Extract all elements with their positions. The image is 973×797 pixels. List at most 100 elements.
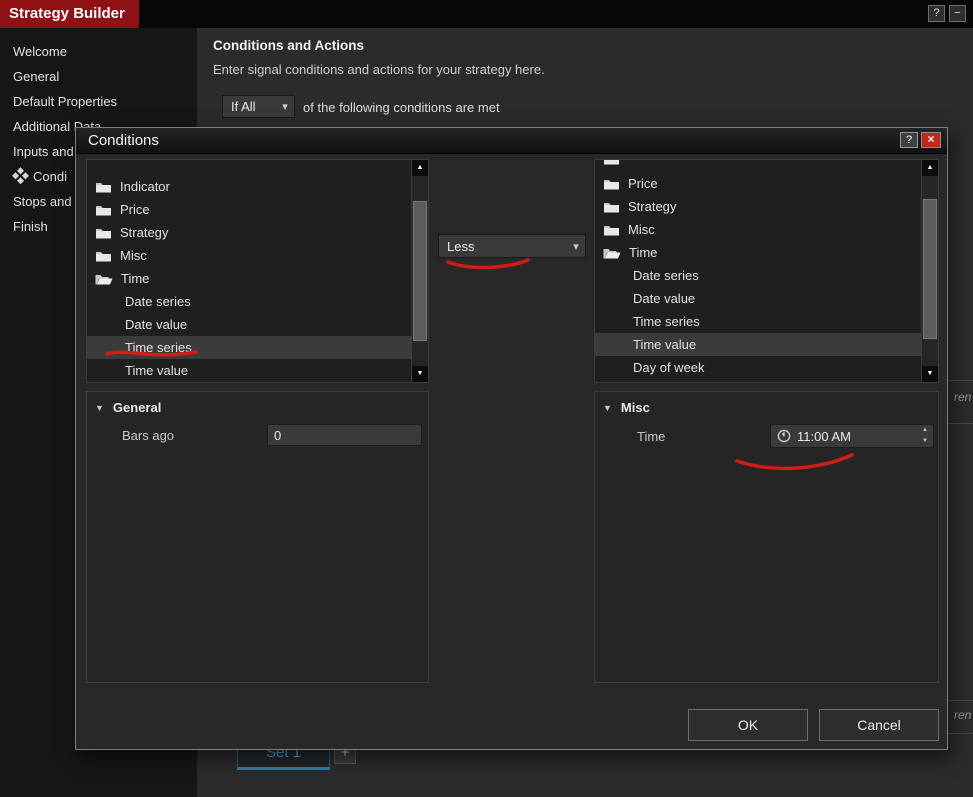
tree-item-label: Misc: [628, 222, 655, 237]
tree-item-label: Date value: [125, 317, 188, 332]
tree-item-label: Time series: [125, 340, 192, 355]
tree-item[interactable]: Time: [595, 241, 921, 264]
tree-item-label: Time series: [633, 314, 700, 329]
tree-item-label: Date series: [125, 294, 191, 309]
tree-item-label: Indicator: [120, 179, 170, 194]
group-header-misc[interactable]: ▼ Misc: [603, 400, 650, 415]
strategy-builder-window: Strategy Builder ? − Welcome General Def…: [0, 0, 973, 797]
tree-item-label: Time value: [125, 363, 189, 378]
tree-item[interactable]: Date value: [595, 287, 921, 310]
folder-icon: [603, 177, 620, 190]
tree-item[interactable]: Misc: [87, 244, 411, 267]
tree-item[interactable]: Time value: [87, 359, 411, 382]
current-step-icon: [11, 167, 29, 185]
folder-open-icon: [95, 272, 113, 285]
dialog-help-button[interactable]: ?: [900, 132, 918, 148]
time-picker[interactable]: 11:00 AM ▲ ▼: [770, 424, 934, 448]
dialog-close-button[interactable]: ×: [921, 132, 941, 148]
time-spinner: ▲ ▼: [917, 425, 933, 447]
tree-item[interactable]: Time: [87, 267, 411, 290]
background-panel-fragment: ren: [948, 380, 973, 424]
left-condition-tree: Indicator Price Strategy Misc Time Date …: [86, 159, 429, 383]
sidebar-item-general[interactable]: General: [0, 64, 197, 89]
tree-item-label: Time value: [633, 337, 697, 352]
chevron-down-icon: ▾: [282, 101, 288, 113]
group-header-general[interactable]: ▼ General: [95, 400, 161, 415]
tree-item-selected[interactable]: Time series: [87, 336, 411, 359]
page-title: Conditions and Actions: [213, 38, 364, 53]
right-tree-rows: Price Strategy Misc Time Date series Dat…: [595, 160, 921, 382]
tree-item-label: Time: [121, 271, 150, 286]
bars-ago-label: Bars ago: [122, 428, 175, 443]
window-title: Strategy Builder: [0, 0, 139, 28]
match-condition-text: of the following conditions are met: [303, 100, 500, 115]
tree-item-label: Time: [629, 245, 658, 260]
scroll-up-button[interactable]: ▲: [922, 160, 938, 176]
operator-select[interactable]: Less ▾: [438, 234, 586, 258]
sidebar-item-welcome[interactable]: Welcome: [0, 39, 197, 64]
time-label: Time: [637, 429, 666, 444]
sidebar-item-conditions-label: Condi: [33, 169, 67, 184]
collapse-triangle-icon: ▼: [603, 402, 612, 413]
tree-item-label: Price: [120, 202, 150, 217]
scroll-down-button[interactable]: ▼: [412, 366, 428, 382]
titlebar: Strategy Builder ? −: [0, 0, 973, 28]
sidebar-item-default-properties[interactable]: Default Properties: [0, 89, 197, 114]
tree-item-label: Date value: [633, 291, 696, 306]
right-condition-tree: Price Strategy Misc Time Date series Dat…: [594, 159, 939, 383]
group-title: Misc: [620, 400, 650, 415]
tree-item-partial[interactable]: [595, 160, 921, 172]
bars-ago-input[interactable]: [267, 424, 422, 446]
spinner-up-icon[interactable]: ▲: [917, 425, 933, 436]
left-tree-rows: Indicator Price Strategy Misc Time Date …: [87, 160, 411, 382]
tree-item[interactable]: Time series: [595, 310, 921, 333]
tree-item-label: Strategy: [120, 225, 169, 240]
tree-item[interactable]: Date value: [87, 313, 411, 336]
dialog-title: Conditions: [88, 132, 159, 149]
left-tree-scrollbar[interactable]: ▲ ▼: [411, 160, 428, 382]
operator-value: Less: [447, 238, 475, 254]
folder-icon: [603, 223, 620, 236]
folder-icon: [95, 249, 112, 262]
folder-icon: [603, 160, 620, 165]
tree-item[interactable]: Strategy: [595, 195, 921, 218]
folder-icon: [95, 203, 112, 216]
tree-item[interactable]: Price: [87, 198, 411, 221]
group-title: General: [112, 400, 162, 415]
folder-icon: [95, 180, 112, 193]
tree-item[interactable]: Day of week: [595, 356, 921, 379]
tree-item-label: Price: [628, 176, 658, 191]
folder-icon: [95, 226, 112, 239]
tree-item-selected[interactable]: Time value: [595, 333, 921, 356]
chevron-down-icon: ▾: [573, 240, 579, 253]
scroll-thumb[interactable]: [923, 199, 937, 339]
ok-button[interactable]: OK: [688, 709, 808, 741]
conditions-dialog: Conditions ? × Indicator Price Strategy …: [75, 127, 948, 750]
tree-item-label: Strategy: [628, 199, 677, 214]
page-subtitle: Enter signal conditions and actions for …: [213, 62, 545, 77]
match-condition-value: If All: [231, 99, 256, 114]
scroll-up-button[interactable]: ▲: [412, 160, 428, 176]
spinner-down-icon[interactable]: ▼: [917, 436, 933, 447]
window-minimize-button[interactable]: −: [949, 5, 966, 22]
tree-item[interactable]: Price: [595, 172, 921, 195]
tree-item[interactable]: Indicator: [87, 175, 411, 198]
tree-item[interactable]: Date series: [87, 290, 411, 313]
folder-icon: [603, 200, 620, 213]
window-help-button[interactable]: ?: [928, 5, 945, 22]
scroll-down-button[interactable]: ▼: [922, 366, 938, 382]
clock-icon: [777, 429, 791, 443]
right-tree-scrollbar[interactable]: ▲ ▼: [921, 160, 938, 382]
tree-item[interactable]: Misc: [595, 218, 921, 241]
tree-item[interactable]: Strategy: [87, 221, 411, 244]
tree-item[interactable]: Date series: [595, 264, 921, 287]
scroll-thumb[interactable]: [413, 201, 427, 341]
cancel-button[interactable]: Cancel: [819, 709, 939, 741]
folder-open-icon: [603, 246, 621, 259]
tree-item-label: Day of week: [633, 360, 705, 375]
dialog-titlebar: Conditions: [76, 128, 947, 154]
misc-properties-group: ▼ Misc Time 11:00 AM ▲ ▼: [594, 391, 939, 683]
background-panel-fragment: ren: [948, 700, 973, 734]
tree-item-label: Date series: [633, 268, 699, 283]
match-condition-select[interactable]: If All ▾: [222, 95, 295, 118]
